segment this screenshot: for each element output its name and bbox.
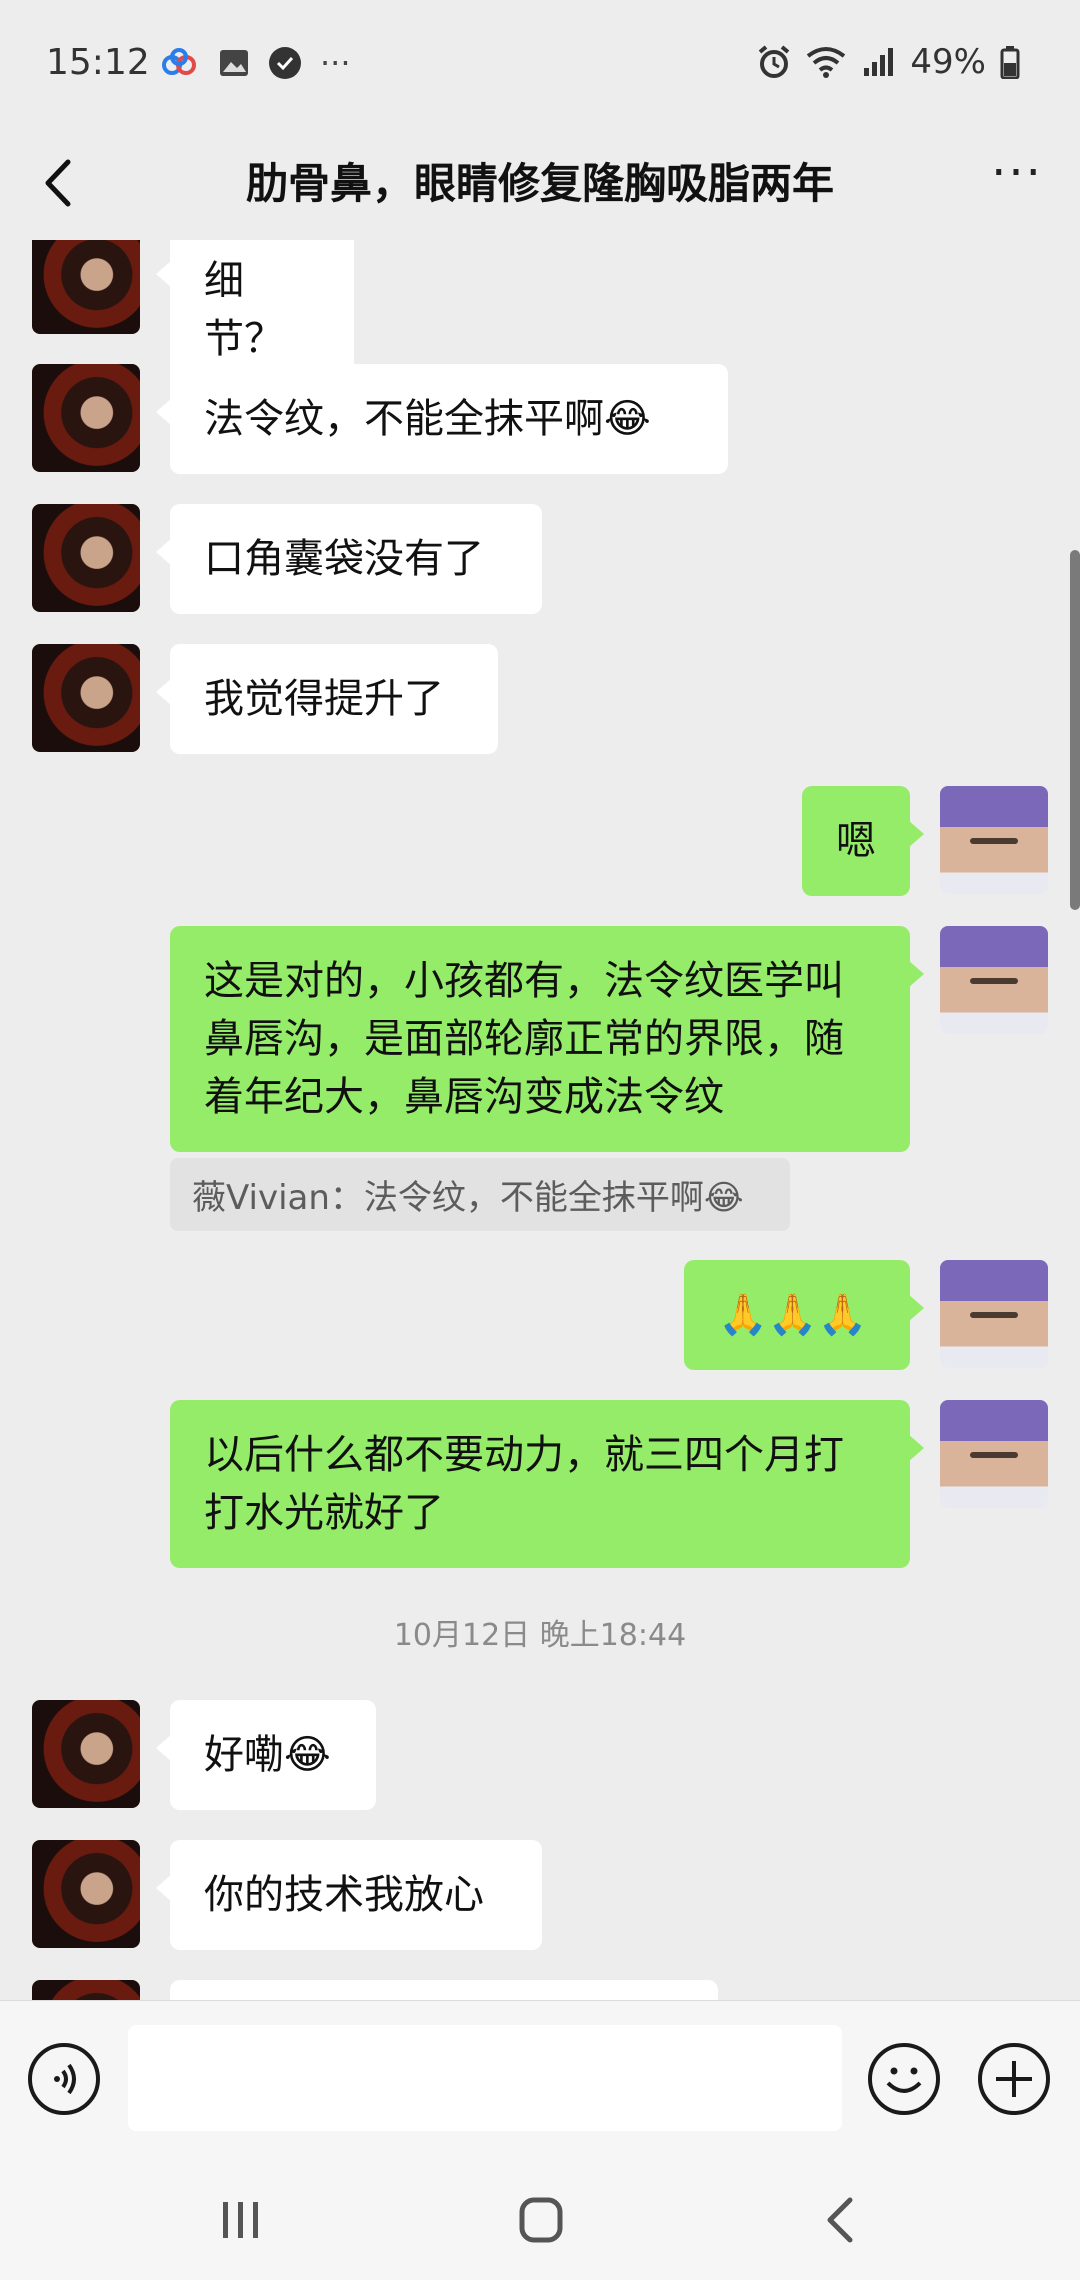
more-dots-icon: ···	[320, 44, 351, 82]
image-icon	[220, 50, 248, 76]
message-bubble-partial[interactable]	[170, 1980, 718, 2000]
alarm-icon	[759, 45, 790, 78]
voice-input-button[interactable]	[28, 2043, 100, 2115]
contact-avatar[interactable]	[32, 1980, 140, 2000]
chat-title: 肋骨鼻，眼睛修复隆胸吸脂两年	[245, 159, 834, 208]
battery-percent: 49%	[910, 42, 986, 82]
plus-icon	[996, 2061, 1032, 2097]
more-options-icon[interactable]: ···	[982, 148, 1052, 218]
contact-avatar[interactable]	[32, 504, 140, 612]
message-input[interactable]	[128, 2025, 842, 2131]
my-avatar[interactable]	[940, 1400, 1048, 1508]
message-bubble[interactable]: 这是对的，小孩都有，法令纹医学叫鼻唇沟，是面部轮廓正常的界限，随着年纪大，鼻唇沟…	[170, 926, 924, 1152]
message-bubble[interactable]: 好嘞😂	[156, 1700, 376, 1810]
quoted-message[interactable]: 薇Vivian：法令纹，不能全抹平啊😂	[170, 1158, 790, 1231]
chat-header: 肋骨鼻，眼睛修复隆胸吸脂两年 ···	[0, 130, 1080, 240]
contact-avatar[interactable]	[32, 1700, 140, 1808]
back-arrow-icon[interactable]	[30, 148, 90, 218]
message-bubble[interactable]: 你的技术我放心	[156, 1840, 542, 1950]
app-badge-icon	[269, 47, 301, 79]
system-nav-bar	[0, 2160, 1080, 2280]
smiley-icon	[886, 2067, 922, 2093]
contact-avatar[interactable]	[32, 240, 140, 334]
home-icon[interactable]	[506, 2190, 576, 2250]
contact-avatar[interactable]	[32, 1840, 140, 1948]
message-bubble[interactable]: 嗯	[802, 786, 924, 896]
voice-icon	[54, 2063, 76, 2095]
message-bubble[interactable]: 口角囊袋没有了	[156, 504, 542, 614]
contact-avatar[interactable]	[32, 364, 140, 472]
status-icons-left: ···	[160, 44, 351, 82]
message-list[interactable]: 细节？ 法令纹，不能全抹平啊😂 口角囊袋没有了 我觉得提升了 嗯 这是对的，小孩…	[0, 240, 1080, 2000]
wifi-icon	[807, 47, 846, 78]
signal-2g-icon	[864, 48, 894, 76]
battery-icon	[1000, 46, 1020, 79]
my-avatar[interactable]	[940, 786, 1048, 894]
my-avatar[interactable]	[940, 1260, 1048, 1368]
emoji-button[interactable]	[868, 2043, 940, 2115]
back-icon[interactable]	[806, 2190, 876, 2250]
cloud-icon	[162, 48, 196, 75]
recent-apps-icon[interactable]	[206, 2190, 276, 2250]
more-actions-button[interactable]	[978, 2043, 1050, 2115]
chat-scrollbar[interactable]	[1070, 550, 1080, 910]
status-icons-right: 49%	[756, 42, 1020, 82]
message-bubble[interactable]: 以后什么都不要动力，就三四个月打打水光就好了	[170, 1400, 924, 1568]
message-bubble[interactable]: 🙏🙏🙏	[684, 1260, 924, 1370]
message-bubble[interactable]: 我觉得提升了	[156, 644, 498, 754]
status-bar: 15:12 ··· 49%	[0, 0, 1080, 130]
message-bubble[interactable]: 法令纹，不能全抹平啊😂	[156, 364, 728, 474]
contact-avatar[interactable]	[32, 644, 140, 752]
status-time: 15:12	[46, 42, 150, 83]
chat-timestamp: 10月12日 晚上18:44	[393, 1618, 687, 1653]
input-bar	[0, 2000, 1080, 2161]
my-avatar[interactable]	[940, 926, 1048, 1034]
